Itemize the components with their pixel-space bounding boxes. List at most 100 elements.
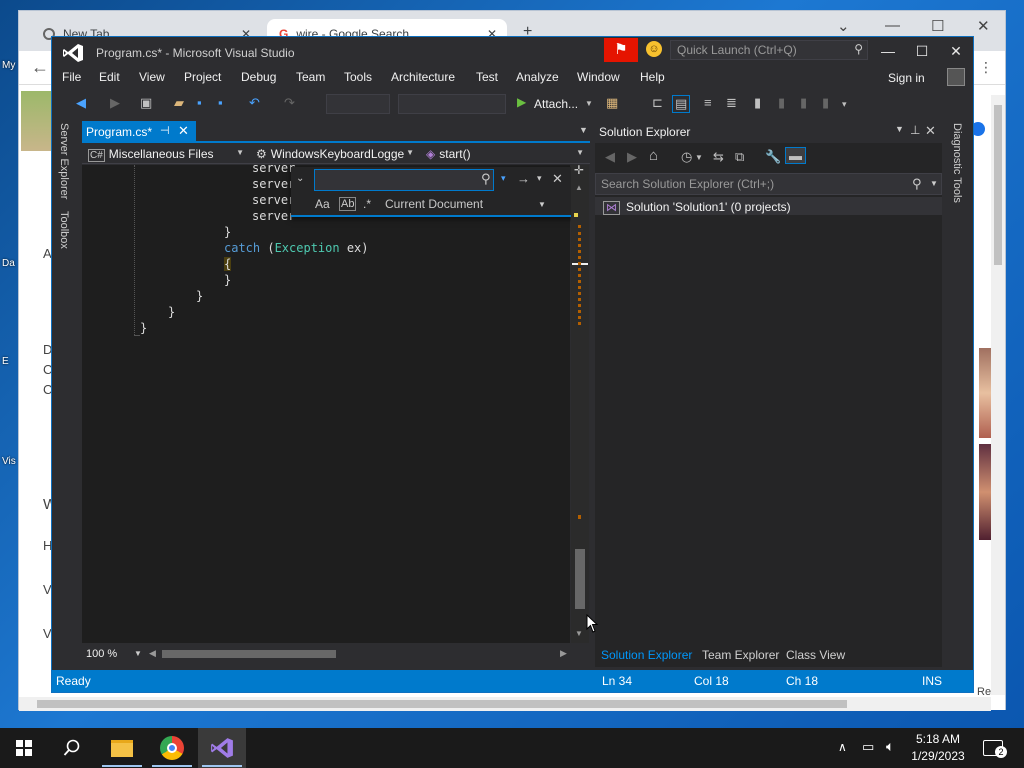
undo-icon[interactable]: ↶ [249,95,260,111]
find-next-icon[interactable]: → [517,171,530,186]
diagnostic-tools-tab[interactable]: Diagnostic Tools [951,123,963,203]
menu-architecture[interactable]: Architecture [391,70,455,84]
close-icon[interactable]: ✕ [977,17,990,35]
solution-configuration-dropdown[interactable] [326,94,390,114]
tab-list-dropdown-icon[interactable]: ▼ [579,125,588,135]
minimize-icon[interactable]: — [885,17,900,34]
scroll-right-arrow-icon[interactable]: ▶ [560,648,567,659]
chrome-vertical-scrollbar[interactable] [991,95,1005,695]
visual-studio-taskbar-button[interactable] [198,728,246,768]
minimize-icon[interactable]: — [878,43,898,59]
chevron-down-icon[interactable]: ⌄ [837,17,850,35]
chevron-down-icon[interactable]: ▼ [134,649,142,658]
outdent-icon[interactable]: ≣ [726,95,737,111]
attach-button[interactable]: Attach... [534,97,578,111]
menu-help[interactable]: Help [640,70,665,84]
visual-studio-window[interactable]: Program.cs* - Microsoft Visual Studio ⚑ … [51,36,974,693]
action-center-icon[interactable]: 2 [983,740,1007,758]
menu-edit[interactable]: Edit [99,70,120,84]
scroll-left-arrow-icon[interactable]: ◀ [149,648,156,659]
search-icon[interactable]: ⚲ [481,171,491,187]
bookmark-prev-icon[interactable]: ▮ [778,95,785,111]
code-editor[interactable]: server server server server } catch (Exc… [82,161,570,643]
scroll-down-arrow-icon[interactable]: ▼ [575,629,583,638]
step-icon[interactable]: ⊏ [652,95,663,111]
navigate-forward-icon[interactable]: ▶ [110,95,120,111]
menu-test[interactable]: Test [476,70,498,84]
feedback-smiley-icon[interactable]: ☺ [646,41,662,57]
chevron-down-icon[interactable]: ▼ [538,200,546,209]
back-icon[interactable]: ◀ [605,149,615,165]
close-icon[interactable]: ✕ [552,171,563,187]
account-icon[interactable] [947,68,965,86]
solution-platform-dropdown[interactable] [398,94,506,114]
menu-file[interactable]: File [62,70,81,84]
solution-tree-item[interactable]: ⋈ Solution 'Solution1' (0 projects) [595,197,942,215]
maximize-icon[interactable]: ☐ [912,43,932,60]
search-options-dropdown-icon[interactable]: ▾ [501,173,506,184]
clock-date[interactable]: 1/29/2023 [906,749,970,763]
match-whole-word-toggle[interactable]: Ab [339,197,357,211]
volume-icon[interactable]: 🔈︎ [886,738,894,755]
bookmark-clear-icon[interactable]: ▮ [822,95,829,111]
navigate-back-icon[interactable]: ◀ [76,95,86,111]
pending-changes-filter-icon[interactable]: ◷ [681,149,692,165]
bookmark-next-icon[interactable]: ▮ [800,95,807,111]
scroll-up-arrow-icon[interactable]: ▲ [575,183,583,192]
notification-flag-icon[interactable]: ⚑ [604,38,638,62]
file-explorer-taskbar-button[interactable] [98,728,146,768]
menu-view[interactable]: View [139,70,165,84]
toolbar-overflow-icon[interactable]: ▾ [842,99,847,110]
more-menu-icon[interactable]: ⋮ [979,59,993,76]
bookmark-icon[interactable]: ▮ [754,95,761,111]
menu-analyze[interactable]: Analyze [516,70,559,84]
scroll-thumb[interactable] [162,650,336,658]
preview-toggle-icon[interactable]: ▬ [785,147,806,164]
member-dropdown[interactable]: ◈ start() ▼ [422,144,588,164]
find-in-files-icon[interactable]: ▦ [606,95,618,111]
scroll-thumb[interactable] [37,700,847,708]
tab-solution-explorer[interactable]: Solution Explorer [601,648,692,662]
menu-debug[interactable]: Debug [241,70,276,84]
sync-icon[interactable]: ⇆ [713,149,724,165]
show-hidden-icons-chevron-icon[interactable]: ∧ [838,740,847,754]
chevron-down-icon[interactable]: ▼ [695,153,703,162]
indent-icon[interactable]: ≡ [704,95,712,110]
maximize-icon[interactable]: ☐ [931,17,944,35]
new-project-icon[interactable]: ▣ [140,95,152,111]
window-position-dropdown-icon[interactable]: ▼ [895,124,904,134]
tab-program-cs[interactable]: Program.cs* ⊣ ✕ [82,121,196,143]
split-window-icon[interactable]: ✛ [574,163,584,177]
back-arrow-icon[interactable]: ← [31,57,49,78]
close-icon[interactable]: ✕ [178,123,189,139]
quick-launch-input[interactable]: Quick Launch (Ctrl+Q) ⚲ [670,40,868,60]
find-input[interactable] [314,169,494,191]
chrome-horizontal-scrollbar[interactable] [19,697,991,711]
scroll-thumb[interactable] [575,549,585,609]
toolbox-tab[interactable]: Toolbox [58,211,70,249]
forward-icon[interactable]: ▶ [627,149,637,165]
chevron-down-icon[interactable]: ▼ [930,179,938,188]
save-all-icon[interactable]: ▪ [218,95,223,110]
collapse-all-icon[interactable]: ⧉ [735,149,744,165]
search-taskbar-button[interactable] [48,728,96,768]
chevron-down-icon[interactable]: ▼ [585,99,593,108]
server-explorer-tab[interactable]: Server Explorer [58,123,70,199]
solution-explorer-search-input[interactable]: Search Solution Explorer (Ctrl+;) ⚲ ▼ [595,173,942,195]
close-icon[interactable]: ✕ [946,43,966,60]
regex-toggle[interactable]: .* [363,197,371,211]
menu-project[interactable]: Project [184,70,221,84]
menu-team[interactable]: Team [296,70,325,84]
sign-in-link[interactable]: Sign in [888,71,925,85]
properties-wrench-icon[interactable]: 🔧 [765,149,781,165]
find-options-dropdown-icon[interactable]: ▾ [537,173,542,184]
tab-team-explorer[interactable]: Team Explorer [702,648,779,662]
open-folder-icon[interactable]: ▰ [174,95,184,111]
toggle-icon[interactable]: ▤ [672,95,691,113]
home-icon[interactable]: ⌂ [649,147,658,164]
tab-class-view[interactable]: Class View [786,648,845,662]
project-dropdown[interactable]: C# Miscellaneous Files ▼ [84,144,248,164]
search-scope-dropdown[interactable]: Current Document [385,197,483,211]
start-button[interactable] [0,728,48,768]
close-icon[interactable]: ✕ [925,123,936,139]
